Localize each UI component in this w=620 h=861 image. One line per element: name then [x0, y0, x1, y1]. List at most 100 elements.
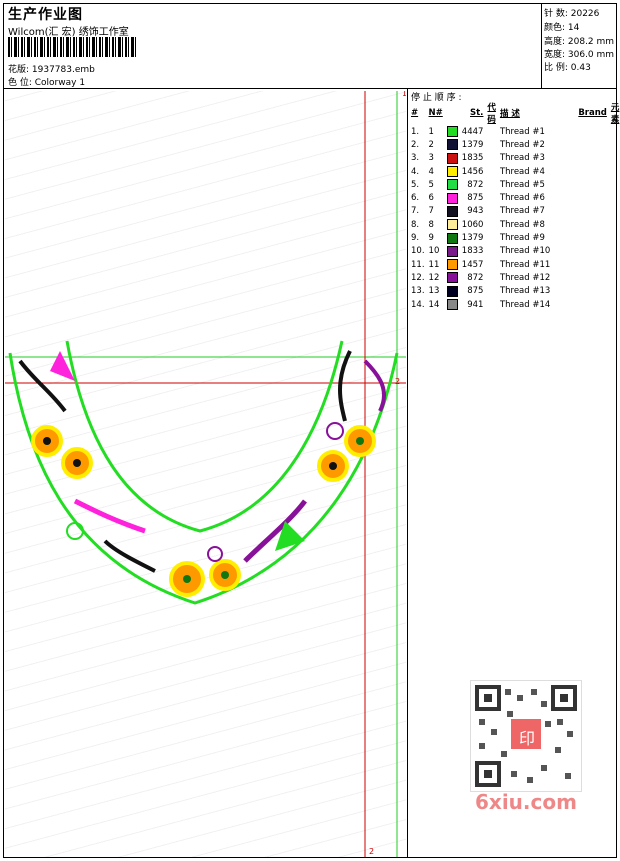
row-color	[445, 218, 460, 231]
color-swatch	[446, 219, 458, 231]
row-stitches: 1457	[461, 259, 484, 270]
row-element	[609, 191, 620, 204]
row-needle: 10	[428, 246, 440, 257]
row-code	[485, 152, 498, 165]
stats-divider	[541, 3, 542, 88]
row-code	[485, 205, 498, 218]
row-element	[609, 125, 620, 138]
row-code	[485, 178, 498, 191]
row-code	[485, 245, 498, 258]
row-stitches: 1835	[461, 153, 484, 164]
row-color	[445, 298, 460, 311]
row-color	[445, 205, 460, 218]
row-element	[609, 258, 620, 271]
row-stitches: 875	[467, 193, 484, 204]
row-needle: 9	[428, 233, 434, 244]
row-color	[445, 125, 460, 138]
design-canvas: 1 2 2	[5, 91, 406, 857]
design-file: 花版: 1937783.emb	[8, 65, 95, 75]
row-stitches: 1456	[461, 166, 484, 177]
row-element	[609, 165, 620, 178]
row-index: 1.	[411, 126, 420, 137]
col-needle: N#	[428, 108, 443, 118]
row-index: 13.	[411, 286, 425, 297]
row-brand	[552, 178, 609, 191]
vine-right-purple	[363, 359, 386, 412]
header-divider	[3, 88, 617, 89]
row-description: Thread #7	[499, 206, 545, 217]
thread-row: 13. 13 875 Thread #13	[409, 285, 620, 298]
row-element	[609, 271, 620, 284]
row-color	[445, 285, 460, 298]
thread-row: 4. 4 1456 Thread #4	[409, 165, 620, 178]
colorway: 色 位: Colorway 1	[8, 78, 86, 88]
thread-row: 10. 10 1833 Thread #10	[409, 245, 620, 258]
row-color	[445, 152, 460, 165]
row-color	[445, 231, 460, 244]
studio-name: Wilcom(汇 宏) 绣饰工作室	[8, 27, 129, 38]
row-brand	[552, 271, 609, 284]
row-brand	[552, 191, 609, 204]
color-swatch	[446, 166, 458, 178]
row-color	[445, 191, 460, 204]
row-brand	[552, 165, 609, 178]
swirl-right	[326, 422, 344, 440]
design-scale: 比 例: 0.43	[544, 63, 591, 73]
row-index: 6.	[411, 193, 420, 204]
color-swatch	[446, 192, 458, 204]
row-code	[485, 271, 498, 284]
row-stitches: 941	[467, 299, 484, 310]
design-height: 高度: 208.2 mm	[544, 37, 615, 47]
page-title: 生产作业图	[8, 7, 83, 23]
row-element	[609, 178, 620, 191]
row-index: 10.	[411, 246, 425, 257]
row-index: 8.	[411, 219, 420, 230]
row-needle: 3	[428, 153, 434, 164]
col-element: 元 素	[610, 103, 620, 125]
row-brand	[552, 152, 609, 165]
vine-right-top	[338, 350, 352, 422]
row-needle: 1	[428, 126, 434, 137]
row-element	[609, 205, 620, 218]
row-brand	[552, 231, 609, 244]
row-description: Thread #1	[499, 126, 545, 137]
color-swatch	[446, 285, 458, 297]
marker-top: 1	[402, 91, 406, 98]
row-stitches: 4447	[461, 126, 484, 137]
watermark-text: 6xiu.com	[475, 790, 577, 814]
row-needle: 14	[428, 299, 440, 310]
flower-center-2-core	[221, 571, 229, 579]
row-element	[609, 285, 620, 298]
barcode	[8, 37, 138, 57]
row-code	[485, 218, 498, 231]
row-brand	[552, 285, 609, 298]
flower-right-1-center	[356, 437, 364, 445]
stamp-text: 印	[519, 729, 536, 748]
row-element	[609, 231, 620, 244]
thread-row: 1. 1 4447 Thread #1	[409, 125, 620, 138]
marker-mid: 2	[395, 377, 401, 386]
row-description: Thread #9	[499, 233, 545, 244]
thread-row: 5. 5 872 Thread #5	[409, 178, 620, 191]
row-description: Thread #10	[499, 246, 551, 257]
row-description: Thread #13	[499, 286, 551, 297]
color-swatch	[446, 126, 458, 138]
vine-left-pink	[73, 498, 146, 534]
row-needle: 12	[428, 272, 440, 283]
row-color	[445, 178, 460, 191]
color-swatch	[446, 259, 458, 271]
thread-row: 6. 6 875 Thread #6	[409, 191, 620, 204]
row-element	[609, 245, 620, 258]
col-stitches: St.	[470, 108, 484, 118]
row-stitches: 875	[467, 286, 484, 297]
row-stitches: 1379	[461, 139, 484, 150]
row-description: Thread #12	[499, 272, 551, 283]
qr-code: 印	[470, 680, 582, 792]
row-code	[485, 125, 498, 138]
thread-row: 14. 14 941 Thread #14	[409, 298, 620, 311]
row-color	[445, 258, 460, 271]
color-swatch	[446, 152, 458, 164]
thread-row: 8. 8 1060 Thread #8	[409, 218, 620, 231]
col-code: 代 码	[487, 103, 496, 125]
row-stitches: 943	[467, 206, 484, 217]
